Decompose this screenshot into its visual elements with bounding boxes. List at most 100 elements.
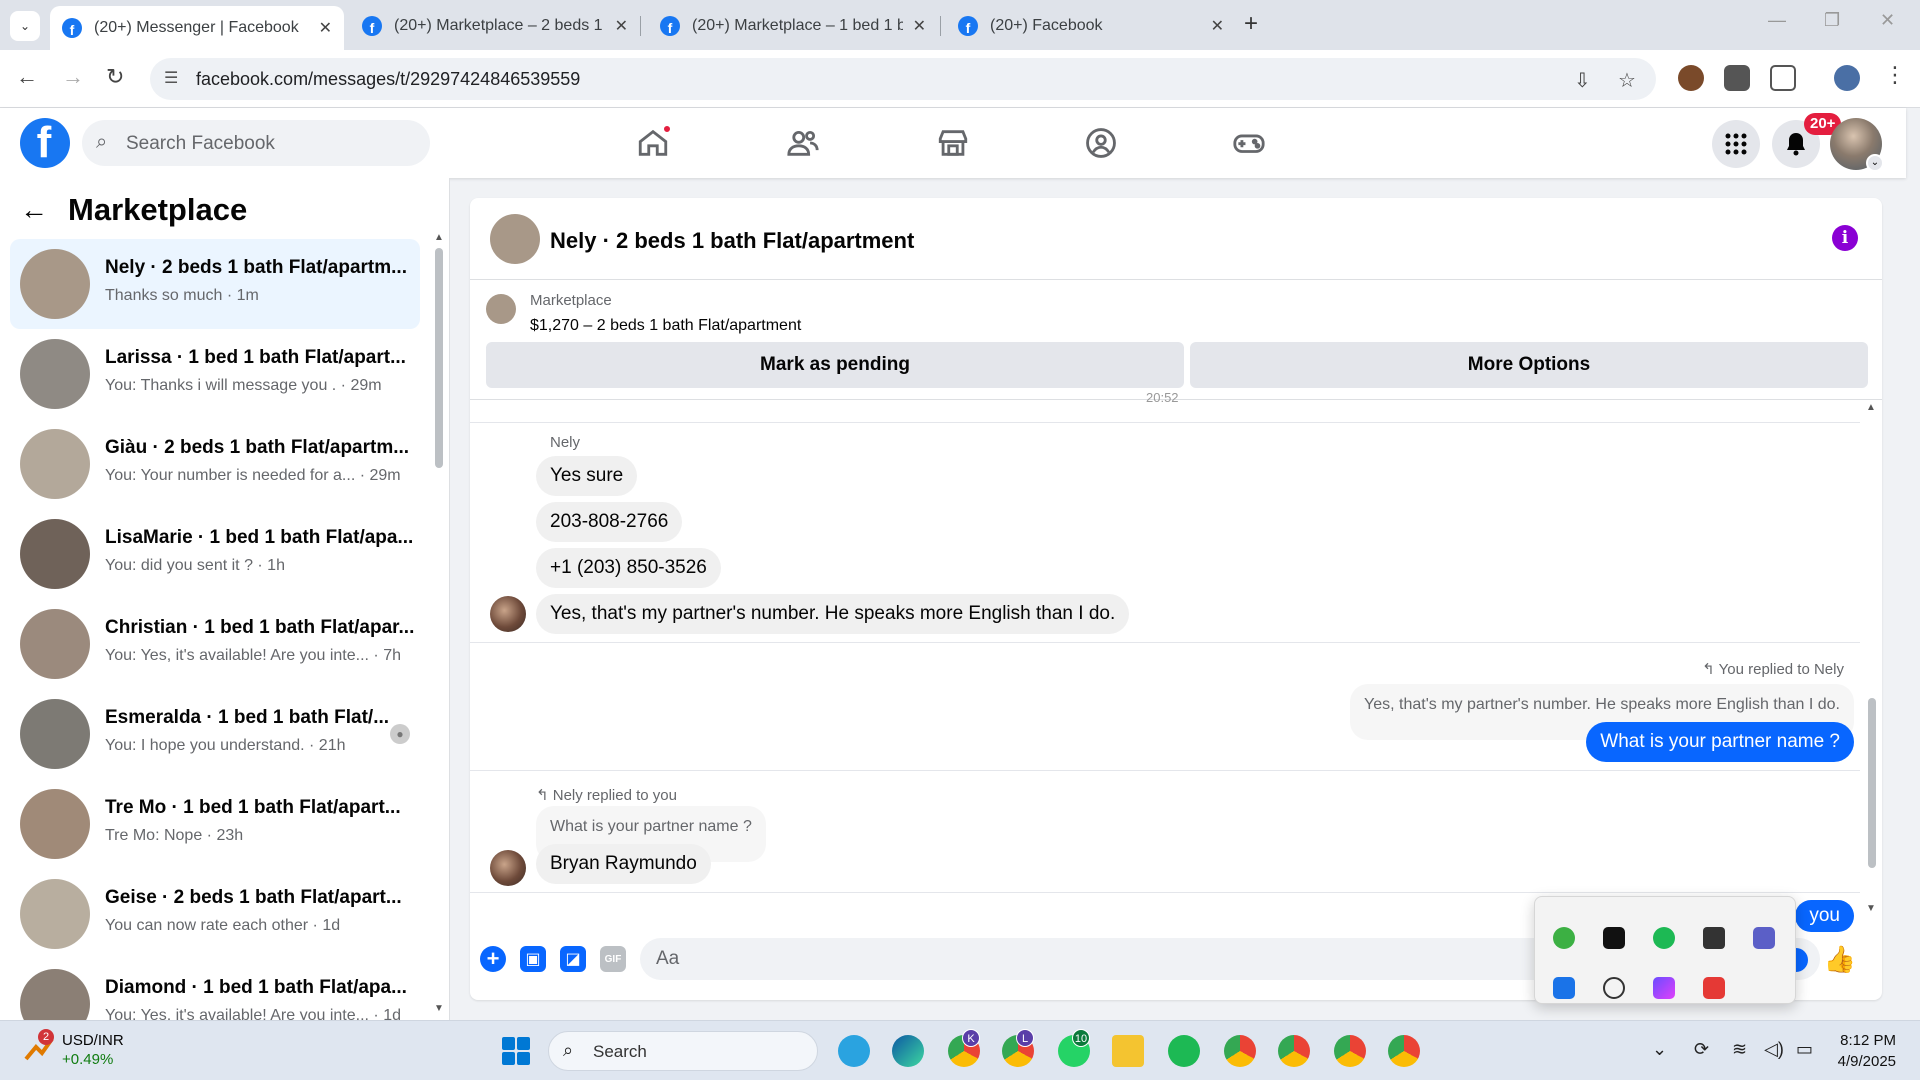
listing-thumbnail[interactable] [486, 294, 516, 324]
telegram-icon[interactable] [838, 1035, 870, 1067]
close-icon[interactable]: ✕ [913, 16, 926, 36]
robot-extension-icon[interactable] [1724, 65, 1750, 91]
account-avatar[interactable]: ⌄ [1830, 118, 1884, 172]
conversation-item[interactable]: Christian · 1 bed 1 bath Flat/apar... You… [10, 599, 420, 689]
extensions-puzzle-icon[interactable] [1770, 65, 1796, 91]
scroll-up-icon[interactable]: ▲ [1866, 402, 1876, 413]
tab-marketplace-1bed[interactable]: f (20+) Marketplace – 1 bed 1 ba ✕ [648, 6, 938, 46]
close-icon[interactable]: ✕ [1211, 16, 1224, 36]
conversation-item[interactable]: LisaMarie · 1 bed 1 bath Flat/apa... You:… [10, 509, 420, 599]
chrome-icon[interactable] [1224, 1035, 1256, 1067]
thumbs-up-icon[interactable]: 👍 [1824, 944, 1856, 975]
facebook-search-input[interactable]: ⌕ Search Facebook [82, 120, 430, 166]
tab-marketplace-2beds[interactable]: f (20+) Marketplace – 2 beds 1 b ✕ [350, 6, 640, 46]
edge-icon[interactable] [892, 1035, 924, 1067]
conversation-item[interactable]: Tre Mo · 1 bed 1 bath Flat/apart... Tre M… [10, 779, 420, 869]
chat-title[interactable]: Nely · 2 beds 1 bath Flat/apartment [550, 228, 914, 254]
stock-widget[interactable]: 2 USD/INR +0.49% [22, 1029, 124, 1069]
gaming-nav-icon[interactable] [1228, 122, 1270, 164]
scroll-up-icon[interactable]: ▲ [434, 232, 444, 243]
wifi-icon[interactable]: ≋ [1732, 1039, 1747, 1060]
tab-messenger[interactable]: f (20+) Messenger | Facebook ✕ [50, 6, 344, 50]
conversation-item[interactable]: Larissa · 1 bed 1 bath Flat/apart... You:… [10, 329, 420, 419]
close-icon[interactable]: ✕ [615, 16, 628, 36]
url-text[interactable]: facebook.com/messages/t/2929742484653955… [196, 69, 580, 90]
marketplace-nav-icon[interactable] [932, 122, 974, 164]
plus-icon[interactable]: + [480, 946, 506, 972]
home-nav-icon[interactable] [632, 122, 674, 164]
sidebar-scrollbar[interactable]: ▲ ▼ [434, 232, 444, 1014]
chrome-icon[interactable] [1388, 1035, 1420, 1067]
conversation-item[interactable]: Giàu · 2 beds 1 bath Flat/apartm... You: … [10, 419, 420, 509]
cookie-extension-icon[interactable] [1678, 65, 1704, 91]
tab-facebook[interactable]: f (20+) Facebook ✕ [946, 6, 1236, 46]
kebab-menu-icon[interactable]: ⋮ [1884, 62, 1906, 88]
new-tab-icon[interactable]: + [1244, 10, 1258, 38]
nely-avatar[interactable] [490, 850, 526, 886]
scrollbar-thumb[interactable] [1868, 698, 1876, 868]
info-icon[interactable]: i [1832, 225, 1858, 251]
chat-avatar[interactable] [490, 214, 540, 264]
you-replied-label: ↰ You replied to Nely [1702, 660, 1844, 678]
conversation-item[interactable]: Diamond · 1 bed 1 bath Flat/apa... You: Y… [10, 959, 420, 1020]
minimize-icon[interactable]: — [1768, 10, 1786, 31]
close-icon[interactable]: ✕ [319, 18, 332, 38]
teams-icon[interactable] [1753, 927, 1775, 949]
message-placeholder: Aa [656, 948, 680, 969]
listing-description[interactable]: $1,270 – 2 beds 1 bath Flat/apartment [530, 317, 801, 335]
taskbar-search[interactable]: ⌕ Search [548, 1031, 818, 1071]
system-clock[interactable]: 8:12 PM 4/9/2025 [1838, 1030, 1896, 1072]
message-bubble[interactable]: Bryan Raymundo [536, 844, 711, 884]
message-bubble[interactable]: Yes, that's my partner's number. He spea… [536, 594, 1130, 634]
back-arrow-icon[interactable]: ← [20, 194, 48, 226]
shield-warning-icon[interactable] [1553, 977, 1575, 999]
battery-icon[interactable]: ▭ [1796, 1039, 1813, 1060]
volume-icon[interactable]: ◁) [1764, 1039, 1784, 1060]
file-explorer-icon[interactable] [1112, 1035, 1144, 1067]
groups-nav-icon[interactable] [1080, 122, 1122, 164]
forward-arrow-icon[interactable]: → [62, 64, 84, 90]
nvidia-icon[interactable] [1603, 927, 1625, 949]
chrome-icon[interactable] [1334, 1035, 1366, 1067]
menu-grid-icon[interactable] [1712, 120, 1760, 168]
nely-avatar[interactable] [490, 596, 526, 632]
my-message-bubble[interactable]: What is your partner name ? [1586, 722, 1854, 762]
facebook-logo-icon[interactable]: f [20, 118, 70, 168]
friends-nav-icon[interactable] [782, 122, 824, 164]
site-settings-icon[interactable]: ☰ [164, 68, 178, 88]
message-bubble[interactable]: 203-808-2766 [536, 502, 683, 542]
app-tray-icon[interactable] [1703, 977, 1725, 999]
address-bar[interactable]: ☰ facebook.com/messages/t/29297424846539… [150, 58, 1656, 100]
profile-icon[interactable] [1834, 65, 1860, 91]
usb-drive-icon[interactable] [1703, 927, 1725, 949]
gif-icon[interactable]: GIF [600, 946, 626, 972]
pen-icon[interactable] [1653, 977, 1675, 999]
spotify-icon[interactable] [1168, 1035, 1200, 1067]
cloud-offline-icon[interactable] [1603, 977, 1625, 999]
windows-start-icon[interactable] [502, 1037, 530, 1065]
photo-icon[interactable]: ▣ [520, 946, 546, 972]
message-bubble[interactable]: +1 (203) 850-3526 [536, 548, 721, 588]
conversation-item[interactable]: Geise · 2 beds 1 bath Flat/apart... You c… [10, 869, 420, 959]
tab-search-button[interactable]: ⌄ [10, 11, 40, 41]
scrollbar-thumb[interactable] [435, 248, 443, 468]
spotify-tray-icon[interactable] [1653, 927, 1675, 949]
more-options-button[interactable]: More Options [1190, 342, 1868, 388]
chat-scrollbar[interactable]: ▲ ▼ [1866, 402, 1878, 914]
restore-icon[interactable]: ❐ [1824, 10, 1840, 31]
conversation-item[interactable]: Esmeralda · 1 bed 1 bath Flat/... You: I … [10, 689, 420, 779]
reload-icon[interactable]: ↻ [106, 64, 124, 90]
security-app-icon[interactable] [1553, 927, 1575, 949]
bookmark-star-icon[interactable]: ☆ [1618, 68, 1636, 93]
back-arrow-icon[interactable]: ← [16, 64, 38, 90]
chevron-up-icon[interactable]: ⌄ [1652, 1039, 1667, 1060]
install-app-icon[interactable]: ⇩ [1574, 68, 1591, 93]
conversation-item[interactable]: Nely · 2 beds 1 bath Flat/apartm... Thank… [10, 239, 420, 329]
mark-as-pending-button[interactable]: Mark as pending [486, 342, 1184, 388]
message-bubble[interactable]: Yes sure [536, 456, 638, 496]
scroll-down-icon[interactable]: ▼ [434, 1003, 444, 1014]
window-close-icon[interactable]: ✕ [1880, 10, 1895, 31]
sync-icon[interactable]: ⟳ [1694, 1039, 1709, 1060]
chrome-icon[interactable] [1278, 1035, 1310, 1067]
sticker-icon[interactable]: ◪ [560, 946, 586, 972]
